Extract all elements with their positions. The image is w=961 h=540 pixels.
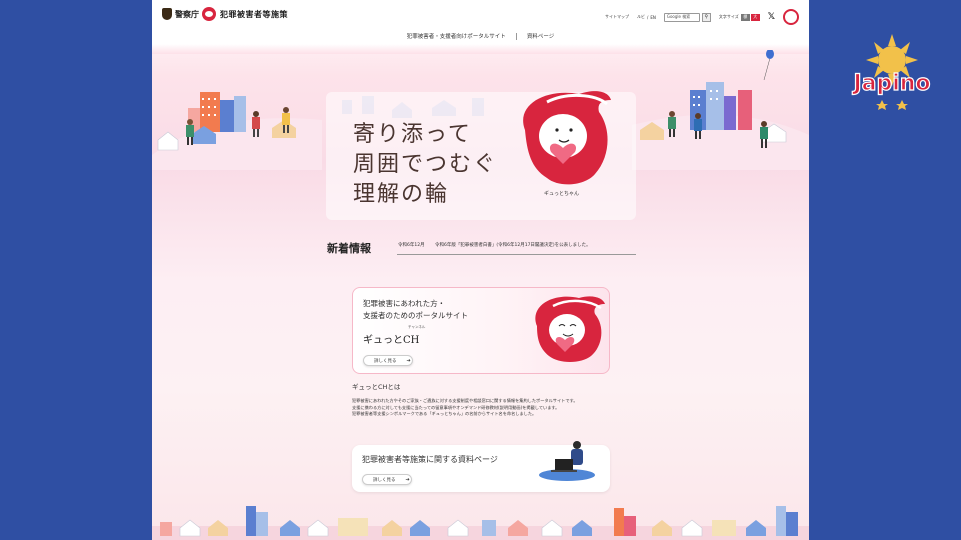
portal-card-line-2: 支援者のためのポータルサイト [363, 311, 468, 320]
police-emblem-icon [162, 8, 172, 20]
policy-title: 犯罪被害者等施策 [220, 8, 288, 19]
policy-logo[interactable]: 犯罪被害者等施策 [202, 7, 288, 21]
hero-title: 寄り添って 周囲でつむぐ 理解の輪 [353, 120, 497, 210]
arrow-right-icon: ➔ [406, 357, 411, 364]
main-nav: 犯罪被害者・支援者向けポータルサイト 資料ページ [152, 28, 809, 44]
news-date: 令和6年12月 [398, 243, 425, 248]
documents-card[interactable]: 犯罪被害者等施策に関する資料ページ 詳しく見る ➔ [352, 441, 610, 492]
hero-title-line-2: 周囲でつむぐ [353, 152, 498, 177]
x-twitter-icon[interactable]: 𝕏 [768, 12, 775, 22]
arrow-right-icon: ➔ [405, 476, 410, 483]
website-frame: 警察庁 犯罪被害者等施策 サイトマップ ルビ / EN Google 検索 ⚲ 文字… [152, 0, 809, 540]
ruby-link[interactable]: ルビ [637, 14, 645, 20]
hero-title-line-1: 寄り添って [353, 122, 472, 147]
documents-card-title: 犯罪被害者等施策に関する資料ページ [362, 455, 498, 464]
documents-details-label: 詳しく見る [373, 477, 396, 483]
gyutto-chan-mascot-icon [523, 91, 611, 185]
portal-details-label: 詳しく見る [374, 358, 397, 364]
npa-name: 警察庁 [175, 8, 199, 19]
portal-card-line-1: 犯罪被害にあわれた方・ [363, 299, 446, 308]
portal-card[interactable]: 犯罪被害にあわれた方・ 支援者のためのポータルサイト チャンネル ギュっとCH … [352, 287, 610, 374]
search-form: Google 検索 ⚲ [663, 12, 711, 22]
gyutto-mark-icon [202, 7, 216, 21]
text-size-large-button[interactable]: 大 [750, 13, 760, 21]
header-utility-links: サイトマップ ルビ / EN Google 検索 ⚲ 文字サイズ 標 大 𝕏 [605, 9, 809, 25]
japino-logo-text: Japino [851, 71, 930, 96]
mascot-caption: ギュっとちゃん [544, 191, 580, 197]
nav-portal-link[interactable]: 犯罪被害者・支援者向けポータルサイト [407, 32, 506, 40]
text-size-control: 文字サイズ 標 大 [718, 13, 760, 21]
lang-links: ルビ / EN [636, 14, 656, 20]
hero-title-line-3: 理解の輪 [353, 182, 450, 207]
npa-logo[interactable]: 警察庁 [162, 8, 199, 20]
search-input[interactable]: Google 検索 [663, 12, 700, 22]
gyutto-chan-badge-icon[interactable] [783, 9, 799, 25]
english-link[interactable]: EN [650, 15, 656, 20]
search-icon[interactable]: ⚲ [701, 12, 711, 22]
japino-logo-icon: Japino [851, 34, 931, 110]
portal-logo-ruby: チャンネル [408, 325, 426, 329]
footer-town-illustration [152, 506, 809, 540]
site-header: 警察庁 犯罪被害者等施策 サイトマップ ルビ / EN Google 検索 ⚲ 文字… [152, 0, 809, 30]
about-line-3: 犯罪被害者等支援シンボルマークである「ギュっとちゃん」の名前からサイト名を命名し… [352, 411, 537, 416]
person-at-laptop-icon [539, 441, 595, 481]
news-divider [397, 254, 636, 255]
gyutto-chan-card-mascot-icon [535, 296, 605, 362]
about-text: 犯罪被害にあわれた方やそのご家族・ご遺族に対する支援制度や相談窓口に関する情報を… [352, 398, 652, 418]
nav-divider [515, 32, 517, 40]
sitemap-link[interactable]: サイトマップ [605, 14, 629, 20]
portal-logo: ギュっとCH [363, 335, 420, 346]
portal-details-button[interactable]: 詳しく見る ➔ [363, 355, 413, 366]
documents-details-button[interactable]: 詳しく見る ➔ [362, 474, 412, 485]
about-heading: ギュっとCHとは [352, 383, 401, 391]
text-size-label: 文字サイズ [718, 14, 739, 19]
nav-documents-link[interactable]: 資料ページ [527, 32, 554, 40]
news-item-link[interactable]: 令和6年版「犯罪被害者白書」(令和6年12月17日閣議決定)を公表しました。 [435, 242, 591, 248]
text-size-standard-button[interactable]: 標 [740, 13, 750, 21]
news-heading: 新着情報 [327, 242, 371, 255]
